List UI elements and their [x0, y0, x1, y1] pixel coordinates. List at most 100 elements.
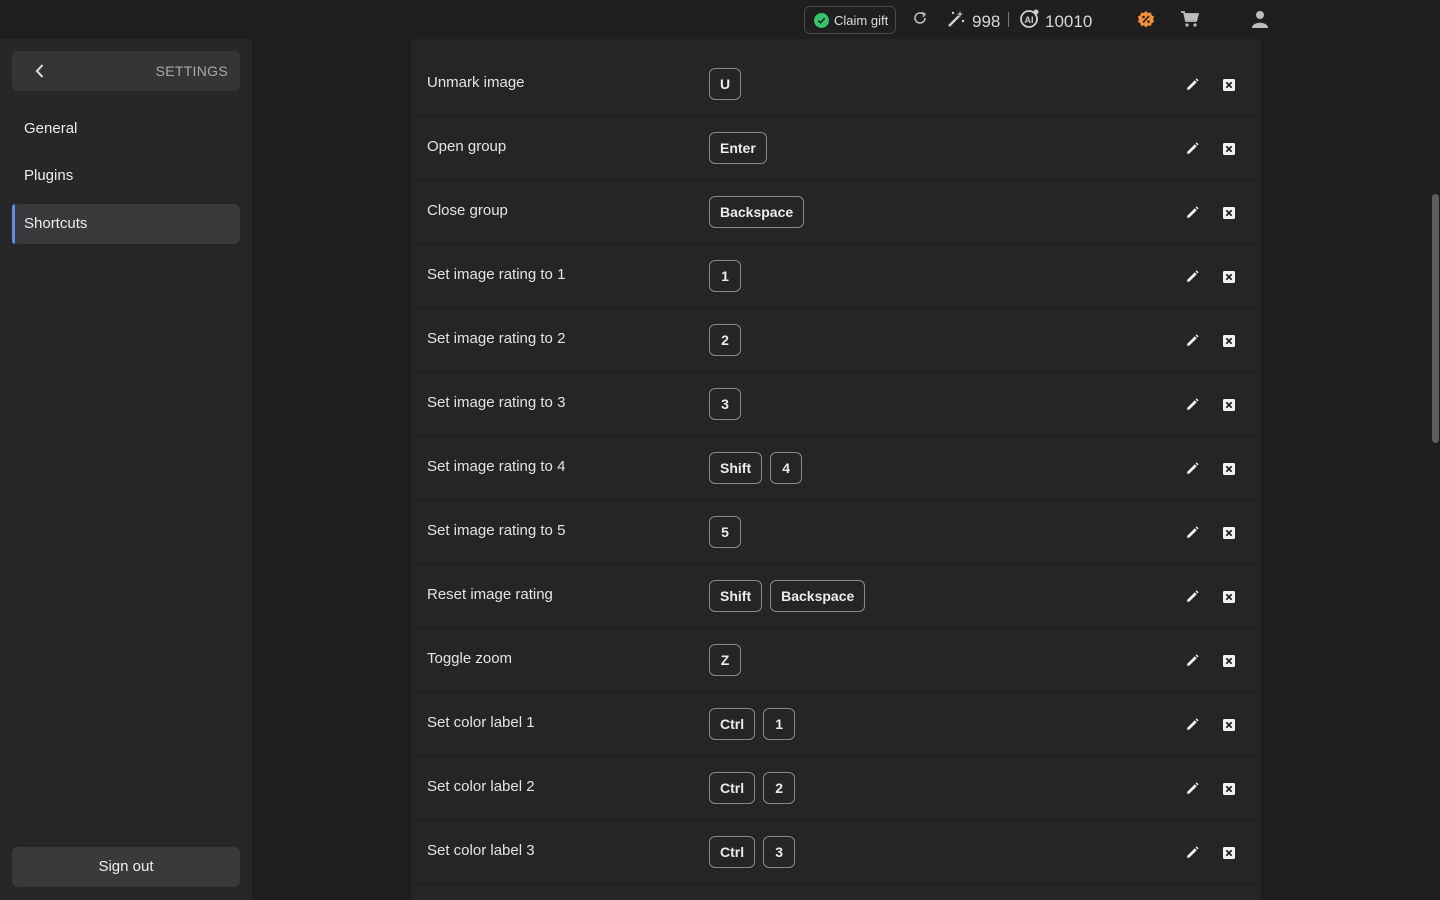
key-cap: Enter: [709, 132, 767, 164]
credits-counter[interactable]: 998: [946, 9, 1000, 34]
delete-icon[interactable]: [1223, 846, 1235, 864]
discount-badge-icon[interactable]: [1136, 10, 1156, 30]
delete-icon[interactable]: [1223, 270, 1235, 288]
pencil-icon[interactable]: [1185, 270, 1199, 289]
shortcut-row: Set image rating to 1 1: [411, 244, 1261, 308]
shortcuts-list: Unmark image U Open group Enter Close group B…: [411, 39, 1261, 900]
cart-icon[interactable]: [1180, 10, 1200, 28]
key-cap: 3: [763, 836, 796, 868]
top-bar: Claim gift 998 AI 10010: [0, 0, 1440, 39]
pencil-icon[interactable]: [1185, 718, 1199, 737]
shortcut-row: Set color label 2 Ctrl 2: [411, 756, 1261, 820]
ai-count: 10010: [1045, 11, 1093, 31]
pencil-icon[interactable]: [1185, 398, 1199, 417]
refresh-icon[interactable]: [912, 10, 928, 26]
shortcut-row: Set image rating to 4 Shift 4: [411, 436, 1261, 500]
shortcut-label: Unmark image: [427, 74, 525, 91]
delete-icon[interactable]: [1223, 526, 1235, 544]
ai-credit-counter[interactable]: AI 10010: [1019, 9, 1092, 34]
magic-wand-icon: [946, 9, 966, 34]
shortcut-row: Open group Enter: [411, 116, 1261, 180]
shortcut-label: Set color label 2: [427, 778, 535, 795]
delete-icon[interactable]: [1223, 78, 1235, 96]
delete-icon[interactable]: [1223, 462, 1235, 480]
key-cap: 4: [770, 452, 803, 484]
sidebar-item-label: Plugins: [24, 167, 74, 184]
shortcut-label: Open group: [427, 138, 507, 155]
shortcut-label: Set image rating to 5: [427, 522, 566, 539]
shortcut-label: Set image rating to 1: [427, 266, 566, 283]
shortcut-keys: 5: [709, 516, 741, 548]
scrollbar-thumb[interactable]: [1432, 194, 1439, 443]
shortcut-keys: 2: [709, 324, 741, 356]
pencil-icon[interactable]: [1185, 590, 1199, 609]
shortcut-keys: Ctrl 3: [709, 836, 796, 868]
divider: [1008, 12, 1009, 27]
key-cap: Ctrl: [709, 836, 756, 868]
shortcut-keys: Z: [709, 644, 741, 676]
pencil-icon[interactable]: [1185, 526, 1199, 545]
shortcut-label: Set color label 3: [427, 842, 535, 859]
shortcut-row: Set color label 3 Ctrl 3: [411, 820, 1261, 884]
sidebar-item-shortcuts[interactable]: Shortcuts: [12, 204, 240, 244]
key-cap: Ctrl: [709, 772, 756, 804]
delete-icon[interactable]: [1223, 206, 1235, 224]
key-cap: 3: [709, 388, 741, 420]
shortcut-row: Set image rating to 3 3: [411, 372, 1261, 436]
credits-count: 998: [972, 11, 1001, 31]
sign-out-button[interactable]: Sign out: [12, 847, 240, 887]
key-cap: Shift: [709, 452, 763, 484]
shortcut-keys: 3: [709, 388, 741, 420]
shortcut-keys: Backspace: [709, 196, 805, 228]
shortcut-row: Unmark image U: [411, 52, 1261, 116]
shortcut-label: Set image rating to 3: [427, 394, 566, 411]
delete-icon[interactable]: [1223, 654, 1235, 672]
delete-icon[interactable]: [1223, 782, 1235, 800]
settings-title: SETTINGS: [155, 63, 228, 79]
user-icon[interactable]: [1251, 10, 1269, 28]
pencil-icon[interactable]: [1185, 846, 1199, 865]
shortcut-keys: Shift 4: [709, 452, 803, 484]
check-circle-icon: [814, 12, 829, 28]
key-cap: Shift: [709, 580, 763, 612]
pencil-icon[interactable]: [1185, 334, 1199, 353]
key-cap: 2: [763, 772, 796, 804]
sidebar-item-general[interactable]: General: [12, 109, 240, 149]
sidebar-item-label: Shortcuts: [24, 215, 88, 232]
shortcut-keys: Enter: [709, 132, 767, 164]
ai-credit-icon: AI: [1019, 9, 1039, 34]
shortcut-row: Set image rating to 2 2: [411, 308, 1261, 372]
delete-icon[interactable]: [1223, 590, 1235, 608]
key-cap: Z: [709, 644, 741, 676]
shortcut-row: Reset image rating Shift Backspace: [411, 564, 1261, 628]
pencil-icon[interactable]: [1185, 782, 1199, 801]
key-cap: U: [709, 68, 742, 100]
key-cap: 1: [763, 708, 796, 740]
delete-icon[interactable]: [1223, 334, 1235, 352]
shortcut-label: Set image rating to 4: [427, 458, 566, 475]
sidebar-item-plugins[interactable]: Plugins: [12, 156, 240, 196]
shortcut-row: Set image rating to 5 5: [411, 500, 1261, 564]
pencil-icon[interactable]: [1185, 654, 1199, 673]
shortcut-keys: Ctrl 2: [709, 772, 796, 804]
key-cap: Backspace: [770, 580, 866, 612]
key-cap: 5: [709, 516, 741, 548]
claim-gift-button[interactable]: Claim gift: [804, 6, 896, 34]
chevron-left-icon[interactable]: [34, 63, 46, 84]
delete-icon[interactable]: [1223, 718, 1235, 736]
delete-icon[interactable]: [1223, 142, 1235, 160]
pencil-icon[interactable]: [1185, 206, 1199, 225]
pencil-icon[interactable]: [1185, 78, 1199, 97]
shortcut-row: Set color label 1 Ctrl 1: [411, 692, 1261, 756]
shortcut-keys: Shift Backspace: [709, 580, 866, 612]
svg-text:AI: AI: [1025, 15, 1034, 25]
pencil-icon[interactable]: [1185, 142, 1199, 161]
shortcut-label: Set color label 1: [427, 714, 535, 731]
shortcut-keys: 1: [709, 260, 741, 292]
delete-icon[interactable]: [1223, 398, 1235, 416]
settings-sidebar: SETTINGS General Plugins Shortcuts Sign …: [0, 39, 252, 900]
pencil-icon[interactable]: [1185, 462, 1199, 481]
sidebar-item-label: General: [24, 120, 78, 137]
shortcut-label: Toggle zoom: [427, 650, 513, 667]
shortcut-keys: Ctrl 1: [709, 708, 796, 740]
